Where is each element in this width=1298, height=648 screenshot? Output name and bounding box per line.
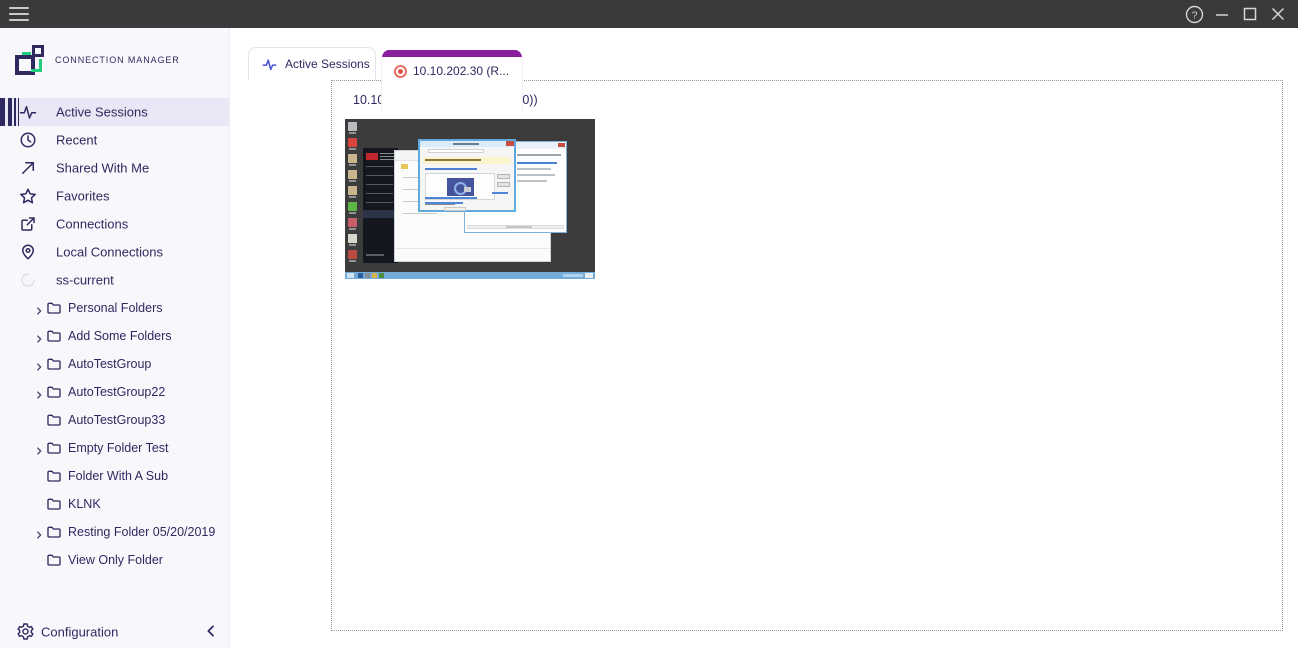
sidebar-item-label: ss-current (56, 273, 114, 288)
sidebar-folder-add-some-folders[interactable]: Add Some Folders (0, 322, 229, 350)
window-controls: ? (1180, 2, 1292, 26)
sidebar-item-shared-with-me[interactable]: Shared With Me (0, 154, 229, 182)
connection-manager-window: ? CONNECTION MANAGER (0, 0, 1298, 648)
sidebar-folder-personal-folders[interactable]: Personal Folders (0, 294, 229, 322)
desktop-icon (348, 234, 357, 243)
folder-icon (46, 552, 62, 568)
hamburger-menu-icon[interactable] (9, 7, 29, 21)
sidebar-item-label: Local Connections (56, 245, 163, 260)
thumb-start-menu (363, 148, 398, 263)
tab-label: 10.10.202.30 (R... (413, 64, 509, 78)
sidebar-folder-autotestgroup33[interactable]: AutoTestGroup33 (0, 406, 229, 434)
tab-label: Active Sessions (285, 57, 370, 71)
folder-label: Resting Folder 05/20/2019 (68, 525, 215, 539)
sidebar-folder-autotestgroup[interactable]: AutoTestGroup (0, 350, 229, 378)
titlebar: ? (0, 0, 1298, 28)
sidebar-item-local-connections[interactable]: Local Connections (0, 238, 229, 266)
tab-accent-bar (382, 50, 522, 57)
sidebar-item-label: Active Sessions (56, 105, 148, 120)
chevron-right-icon[interactable] (34, 443, 44, 453)
faded-site-icon (19, 271, 37, 289)
folder-label: AutoTestGroup22 (68, 385, 165, 399)
sidebar-folder-view-only-folder[interactable]: View Only Folder (0, 546, 229, 574)
location-pin-icon (19, 243, 37, 261)
clock-icon (19, 131, 37, 149)
external-link-icon (19, 215, 37, 233)
gear-icon (16, 622, 35, 641)
main-content: Active Sessions 10.10.202.30 (R... 10.10… (230, 28, 1298, 648)
chevron-right-icon[interactable] (34, 527, 44, 537)
folder-label: AutoTestGroup (68, 357, 151, 371)
thumb-taskbar (345, 272, 595, 279)
chevron-left-icon[interactable] (203, 623, 219, 639)
help-icon[interactable]: ? (1180, 2, 1208, 26)
chevron-right-icon[interactable] (34, 387, 44, 397)
sidebar-item-connections[interactable]: Connections (0, 210, 229, 238)
desktop-icon (348, 122, 357, 131)
desktop-icon (348, 202, 357, 211)
folder-label: Folder With A Sub (68, 469, 168, 483)
minimize-icon[interactable] (1208, 2, 1236, 26)
folder-label: View Only Folder (68, 553, 163, 567)
folder-label: AutoTestGroup33 (68, 413, 165, 427)
sidebar-item-label: Connections (56, 217, 128, 232)
folder-label: Empty Folder Test (68, 441, 169, 455)
sidebar-item-label: Favorites (56, 189, 109, 204)
folder-label: Personal Folders (68, 301, 163, 315)
thumb-dialog-window (418, 139, 516, 212)
selection-indicator (0, 98, 20, 126)
desktop-icon (348, 138, 357, 147)
star-icon (19, 187, 37, 205)
chevron-right-icon[interactable] (34, 331, 44, 341)
desktop-icon (348, 218, 357, 227)
session-thumbnail[interactable] (345, 119, 595, 279)
pulse-icon (262, 57, 277, 72)
folder-icon (46, 384, 62, 400)
sidebar: CONNECTION MANAGER Active Sessions Recen… (0, 28, 230, 648)
arrow-up-right-icon (19, 159, 37, 177)
desktop-icon (348, 154, 357, 163)
logo-text: CONNECTION MANAGER (55, 55, 180, 65)
folder-icon (46, 468, 62, 484)
recording-icon (394, 65, 407, 78)
folder-icon (46, 328, 62, 344)
sidebar-nav: Active Sessions Recent Shared With Me Fa… (0, 98, 229, 574)
configuration-button[interactable]: Configuration (0, 618, 229, 646)
tab-session-10-10-202-30[interactable]: 10.10.202.30 (R... (381, 50, 523, 112)
folder-label: KLNK (68, 497, 101, 511)
folder-icon (46, 300, 62, 316)
folder-icon (46, 356, 62, 372)
sidebar-folder-empty-folder-test[interactable]: Empty Folder Test (0, 434, 229, 462)
desktop-icon (348, 170, 357, 179)
sidebar-item-favorites[interactable]: Favorites (0, 182, 229, 210)
sidebar-folder-folder-with-a-sub[interactable]: Folder With A Sub (0, 462, 229, 490)
folder-icon (46, 440, 62, 456)
sidebar-item-recent[interactable]: Recent (0, 126, 229, 154)
sidebar-item-active-sessions[interactable]: Active Sessions (0, 98, 229, 126)
sidebar-item-ss-current[interactable]: ss-current (0, 266, 229, 294)
logo-icon (15, 45, 45, 75)
sidebar-item-label: Recent (56, 133, 97, 148)
desktop-icon (348, 250, 357, 259)
tab-active-sessions[interactable]: Active Sessions (248, 47, 376, 80)
chevron-right-icon[interactable] (34, 359, 44, 369)
maximize-icon[interactable] (1236, 2, 1264, 26)
folder-icon (46, 496, 62, 512)
configuration-label: Configuration (41, 625, 118, 640)
sidebar-item-label: Shared With Me (56, 161, 149, 176)
chevron-right-icon[interactable] (34, 303, 44, 313)
pulse-icon (19, 103, 37, 121)
close-icon[interactable] (1264, 2, 1292, 26)
folder-icon (46, 412, 62, 428)
sidebar-folder-autotestgroup22[interactable]: AutoTestGroup22 (0, 378, 229, 406)
folder-label: Add Some Folders (68, 329, 172, 343)
active-sessions-panel: 10.10.202.30 (RDP (1920x1080)) (331, 80, 1283, 631)
desktop-icon (348, 186, 357, 195)
svg-text:?: ? (1191, 9, 1197, 21)
sidebar-folder-resting-folder[interactable]: Resting Folder 05/20/2019 (0, 518, 229, 546)
folder-icon (46, 524, 62, 540)
app-logo: CONNECTION MANAGER (15, 45, 180, 75)
sidebar-folder-klnk[interactable]: KLNK (0, 490, 229, 518)
